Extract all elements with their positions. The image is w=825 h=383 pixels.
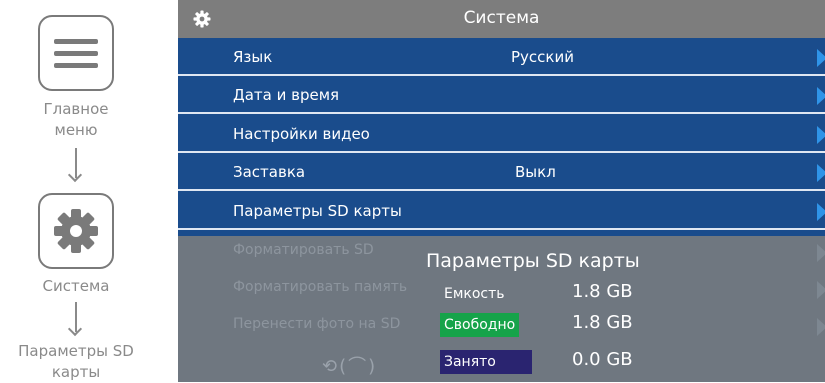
menu-item-value: Выкл (515, 163, 556, 181)
menu-item-label: Настройки видео (233, 125, 370, 143)
menu-item-label: Форматировать SD (233, 242, 374, 258)
chevron-right-icon (817, 244, 825, 262)
title-bar: Система (178, 0, 825, 38)
chevron-right-icon (817, 87, 825, 105)
chevron-right-icon (817, 203, 825, 221)
used-value: 0.0 GB (572, 349, 633, 370)
system-gear-icon (38, 193, 114, 269)
device-screen: Система Язык Русский Дата и время Настро… (178, 0, 825, 382)
back-hint-icon[interactable]: ⟲(⌒) (322, 352, 377, 378)
down-arrow-icon (75, 302, 77, 332)
menu-item-value: Русский (511, 48, 574, 66)
chevron-right-icon (817, 281, 825, 299)
menu-item-label: Заставка (233, 163, 306, 181)
menu-item-date-time[interactable]: Дата и время (178, 78, 825, 114)
menu-item-label: Язык (233, 48, 273, 66)
free-value: 1.8 GB (572, 312, 633, 333)
free-badge: Свободно (440, 313, 520, 337)
hamburger-line (54, 63, 98, 68)
sd-panel-title: Параметры SD карты (426, 250, 640, 272)
menu-item-label: Параметры SD карты (233, 202, 402, 220)
hamburger-line (54, 39, 98, 44)
hamburger-line (54, 51, 98, 56)
menu-item-label: Форматировать память (233, 279, 408, 295)
chevron-right-icon (817, 318, 825, 336)
down-arrow-icon (75, 148, 77, 178)
chevron-right-icon (817, 164, 825, 182)
capacity-label: Емкость (444, 286, 505, 302)
chevron-right-icon (817, 126, 825, 144)
system-label: Система (42, 277, 110, 295)
menu-item-sd-params[interactable]: Параметры SD карты (178, 194, 825, 230)
menu-item-screensaver[interactable]: Заставка Выкл (178, 155, 825, 191)
menu-item-label: Дата и время (233, 86, 340, 104)
main-menu-icon (38, 15, 114, 91)
menu-item-video-settings[interactable]: Настройки видео (178, 117, 825, 153)
sd-params-label: Параметры SD карты (18, 342, 134, 381)
chevron-right-icon (817, 49, 825, 67)
menu-item-label: Перенести фото на SD (233, 316, 401, 332)
capacity-value: 1.8 GB (572, 281, 633, 302)
main-menu-label: Главное меню (43, 100, 109, 139)
used-badge: Занято (440, 350, 532, 374)
menu-item-language[interactable]: Язык Русский (178, 40, 825, 76)
screen-title: Система (463, 8, 540, 28)
